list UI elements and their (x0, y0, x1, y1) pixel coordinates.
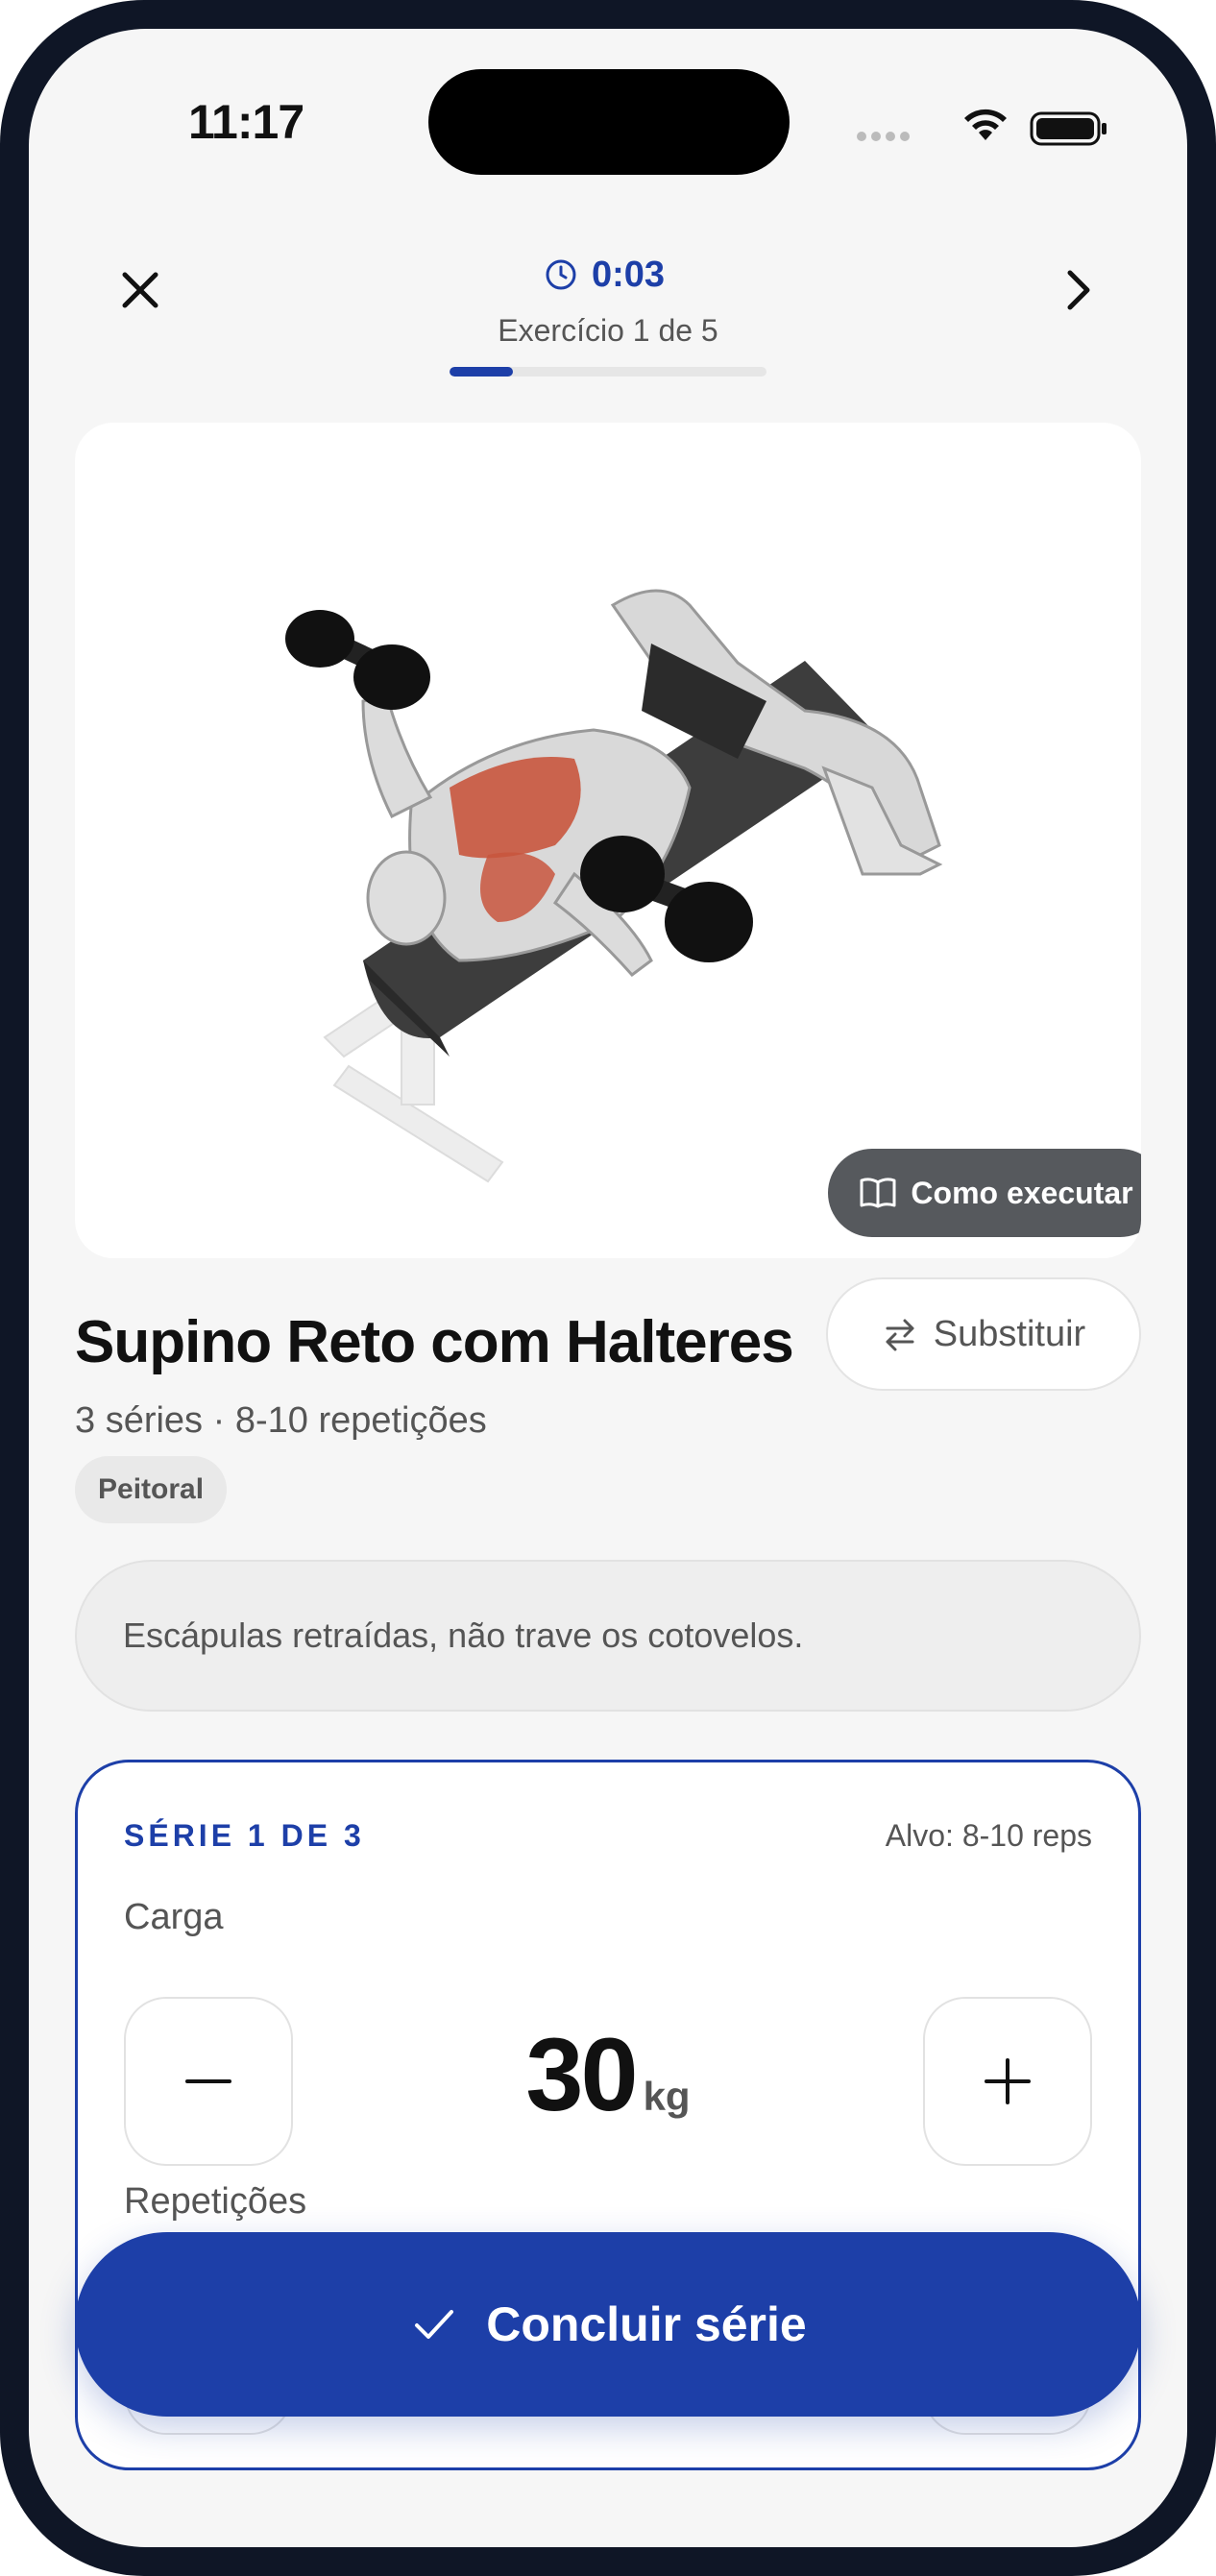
load-value: 30 (525, 2016, 638, 2132)
exercise-illustration (285, 589, 943, 1183)
complete-set-button[interactable]: Concluir série (75, 2232, 1141, 2417)
exercise-title: Supino Reto com Halteres (75, 1309, 794, 1375)
dumbbell-icon (285, 610, 430, 710)
wifi-icon (964, 109, 1007, 140)
check-icon (415, 2310, 454, 2339)
how-to-button[interactable]: Como executar (828, 1149, 1141, 1237)
status-icons (857, 106, 1116, 154)
complete-set-label: Concluir série (486, 2297, 807, 2351)
how-to-label: Como executar (911, 1175, 1133, 1210)
exercise-illustration-card: Como executar (75, 423, 1141, 1258)
substitute-label: Substituir (933, 1313, 1086, 1354)
muscle-group-badge: Peitoral (75, 1456, 228, 1523)
load-unit: kg (643, 2074, 691, 2119)
workout-timer: 0:03 (544, 248, 665, 302)
reps-label: Repetições (124, 2181, 307, 2222)
app-screen: 11:17 0:03 Exercício 1 de 5 Como executa… (29, 29, 1187, 2547)
chevron-right-icon[interactable] (1049, 261, 1107, 319)
timer-value: 0:03 (592, 254, 666, 295)
exercise-counter: Exercício 1 de 5 (498, 313, 718, 348)
set-target: Alvo: 8-10 reps (885, 1818, 1092, 1853)
exercise-progress-bar (450, 367, 766, 377)
book-icon (860, 1178, 896, 1208)
clock-icon (546, 259, 576, 290)
exercise-progress-fill (450, 367, 513, 377)
exercise-summary: 3 séries · 8-10 repetições (75, 1400, 487, 1441)
substitute-button[interactable]: Substituir (826, 1277, 1141, 1391)
set-label: SÉRIE 1 DE 3 (124, 1818, 365, 1853)
status-time: 11:17 (188, 95, 304, 149)
exercise-tip: Escápulas retraídas, não trave os cotove… (75, 1560, 1141, 1712)
dynamic-island (428, 69, 790, 175)
close-icon[interactable] (111, 261, 169, 319)
load-label: Carga (124, 1897, 224, 1937)
increase-load-button[interactable] (923, 1997, 1092, 2166)
plus-icon (985, 2058, 1031, 2104)
battery-icon (1030, 111, 1107, 146)
cellular-signal-icon (857, 129, 914, 146)
swap-icon (886, 1319, 914, 1351)
